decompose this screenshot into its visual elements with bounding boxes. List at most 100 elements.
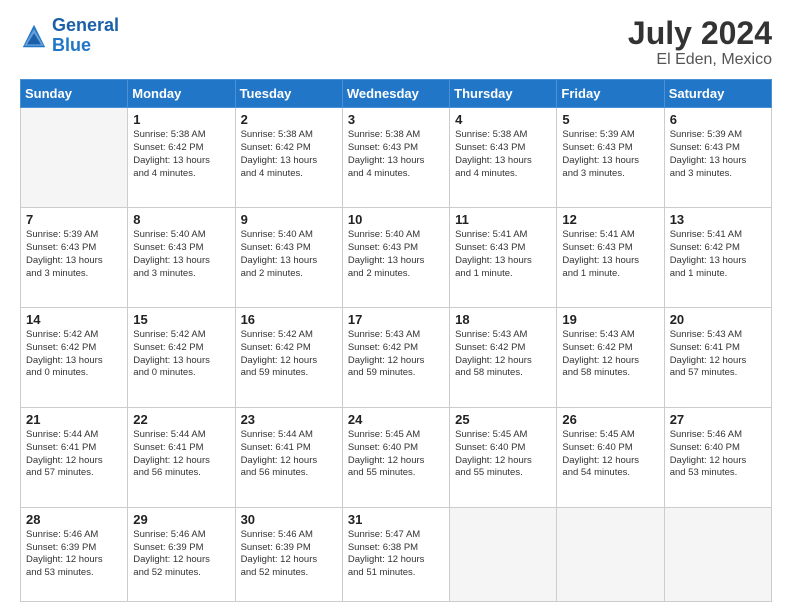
day-number: 2 (241, 112, 337, 127)
cell-content: Sunrise: 5:40 AMSunset: 6:43 PMDaylight:… (133, 229, 229, 280)
cell-content: Sunrise: 5:38 AMSunset: 6:42 PMDaylight:… (133, 129, 229, 180)
calendar-week-row: 14 Sunrise: 5:42 AMSunset: 6:42 PMDayligh… (21, 308, 772, 408)
day-number: 11 (455, 212, 551, 227)
cell-content: Sunrise: 5:44 AMSunset: 6:41 PMDaylight:… (26, 429, 122, 480)
calendar-cell (557, 507, 664, 601)
day-number: 26 (562, 412, 658, 427)
cell-content: Sunrise: 5:42 AMSunset: 6:42 PMDaylight:… (26, 329, 122, 380)
logo-line2: Blue (52, 35, 91, 55)
day-number: 22 (133, 412, 229, 427)
calendar-cell: 14 Sunrise: 5:42 AMSunset: 6:42 PMDayligh… (21, 308, 128, 408)
cell-content: Sunrise: 5:38 AMSunset: 6:42 PMDaylight:… (241, 129, 337, 180)
cell-content: Sunrise: 5:41 AMSunset: 6:42 PMDaylight:… (670, 229, 766, 280)
day-number: 23 (241, 412, 337, 427)
calendar-cell: 16 Sunrise: 5:42 AMSunset: 6:42 PMDayligh… (235, 308, 342, 408)
calendar-cell: 20Sunrise: 5:43 AMSunset: 6:41 PMDayligh… (664, 308, 771, 408)
calendar-cell: 13 Sunrise: 5:41 AMSunset: 6:42 PMDayligh… (664, 208, 771, 308)
day-number: 31 (348, 512, 444, 527)
day-number: 17 (348, 312, 444, 327)
cell-content: Sunrise: 5:42 AMSunset: 6:42 PMDaylight:… (133, 329, 229, 380)
col-header-wednesday: Wednesday (342, 80, 449, 108)
cell-content: Sunrise: 5:46 AMSunset: 6:39 PMDaylight:… (241, 529, 337, 580)
cell-content: Sunrise: 5:43 AMSunset: 6:42 PMDaylight:… (455, 329, 551, 380)
col-header-thursday: Thursday (450, 80, 557, 108)
calendar-cell: 17Sunrise: 5:43 AMSunset: 6:42 PMDayligh… (342, 308, 449, 408)
calendar-cell: 5Sunrise: 5:39 AMSunset: 6:43 PMDaylight… (557, 108, 664, 208)
calendar-header-row: SundayMondayTuesdayWednesdayThursdayFrid… (21, 80, 772, 108)
calendar-cell: 4 Sunrise: 5:38 AMSunset: 6:43 PMDaylight… (450, 108, 557, 208)
calendar-week-row: 28Sunrise: 5:46 AMSunset: 6:39 PMDayligh… (21, 507, 772, 601)
col-header-tuesday: Tuesday (235, 80, 342, 108)
cell-content: Sunrise: 5:40 AMSunset: 6:43 PMDaylight:… (348, 229, 444, 280)
day-number: 24 (348, 412, 444, 427)
day-number: 13 (670, 212, 766, 227)
calendar-cell: 26 Sunrise: 5:45 AMSunset: 6:40 PMDayligh… (557, 407, 664, 507)
title-block: July 2024 El Eden, Mexico (628, 16, 772, 69)
cell-content: Sunrise: 5:40 AMSunset: 6:43 PMDaylight:… (241, 229, 337, 280)
calendar-cell: 12Sunrise: 5:41 AMSunset: 6:43 PMDayligh… (557, 208, 664, 308)
day-number: 4 (455, 112, 551, 127)
calendar-cell: 28Sunrise: 5:46 AMSunset: 6:39 PMDayligh… (21, 507, 128, 601)
cell-content: Sunrise: 5:46 AMSunset: 6:40 PMDaylight:… (670, 429, 766, 480)
day-number: 16 (241, 312, 337, 327)
cell-content: Sunrise: 5:46 AMSunset: 6:39 PMDaylight:… (26, 529, 122, 580)
calendar-cell: 19Sunrise: 5:43 AMSunset: 6:42 PMDayligh… (557, 308, 664, 408)
calendar-cell (21, 108, 128, 208)
calendar-cell: 25 Sunrise: 5:45 AMSunset: 6:40 PMDayligh… (450, 407, 557, 507)
cell-content: Sunrise: 5:41 AMSunset: 6:43 PMDaylight:… (455, 229, 551, 280)
day-number: 21 (26, 412, 122, 427)
day-number: 8 (133, 212, 229, 227)
day-number: 19 (562, 312, 658, 327)
cell-content: Sunrise: 5:43 AMSunset: 6:41 PMDaylight:… (670, 329, 766, 380)
col-header-sunday: Sunday (21, 80, 128, 108)
day-number: 29 (133, 512, 229, 527)
cell-content: Sunrise: 5:45 AMSunset: 6:40 PMDaylight:… (455, 429, 551, 480)
col-header-monday: Monday (128, 80, 235, 108)
day-number: 15 (133, 312, 229, 327)
calendar-cell (664, 507, 771, 601)
cell-content: Sunrise: 5:44 AMSunset: 6:41 PMDaylight:… (241, 429, 337, 480)
day-number: 18 (455, 312, 551, 327)
calendar-cell: 2 Sunrise: 5:38 AMSunset: 6:42 PMDaylight… (235, 108, 342, 208)
day-number: 14 (26, 312, 122, 327)
day-number: 30 (241, 512, 337, 527)
calendar-cell: 10 Sunrise: 5:40 AMSunset: 6:43 PMDayligh… (342, 208, 449, 308)
cell-content: Sunrise: 5:46 AMSunset: 6:39 PMDaylight:… (133, 529, 229, 580)
day-number: 9 (241, 212, 337, 227)
cell-content: Sunrise: 5:44 AMSunset: 6:41 PMDaylight:… (133, 429, 229, 480)
calendar-cell: 6 Sunrise: 5:39 AMSunset: 6:43 PMDaylight… (664, 108, 771, 208)
day-number: 6 (670, 112, 766, 127)
cell-content: Sunrise: 5:39 AMSunset: 6:43 PMDaylight:… (26, 229, 122, 280)
calendar-cell: 15 Sunrise: 5:42 AMSunset: 6:42 PMDayligh… (128, 308, 235, 408)
day-number: 1 (133, 112, 229, 127)
cell-content: Sunrise: 5:39 AMSunset: 6:43 PMDaylight:… (562, 129, 658, 180)
cell-content: Sunrise: 5:38 AMSunset: 6:43 PMDaylight:… (455, 129, 551, 180)
calendar-cell: 23 Sunrise: 5:44 AMSunset: 6:41 PMDayligh… (235, 407, 342, 507)
cell-content: Sunrise: 5:47 AMSunset: 6:38 PMDaylight:… (348, 529, 444, 580)
cell-content: Sunrise: 5:45 AMSunset: 6:40 PMDaylight:… (562, 429, 658, 480)
calendar-cell: 3 Sunrise: 5:38 AMSunset: 6:43 PMDaylight… (342, 108, 449, 208)
cell-content: Sunrise: 5:41 AMSunset: 6:43 PMDaylight:… (562, 229, 658, 280)
col-header-friday: Friday (557, 80, 664, 108)
cell-content: Sunrise: 5:38 AMSunset: 6:43 PMDaylight:… (348, 129, 444, 180)
calendar-cell: 31 Sunrise: 5:47 AMSunset: 6:38 PMDayligh… (342, 507, 449, 601)
day-number: 25 (455, 412, 551, 427)
header: General Blue July 2024 El Eden, Mexico (20, 16, 772, 69)
calendar-cell: 11 Sunrise: 5:41 AMSunset: 6:43 PMDayligh… (450, 208, 557, 308)
day-number: 3 (348, 112, 444, 127)
cell-content: Sunrise: 5:42 AMSunset: 6:42 PMDaylight:… (241, 329, 337, 380)
logo: General Blue (20, 16, 119, 56)
cell-content: Sunrise: 5:45 AMSunset: 6:40 PMDaylight:… (348, 429, 444, 480)
cell-content: Sunrise: 5:39 AMSunset: 6:43 PMDaylight:… (670, 129, 766, 180)
col-header-saturday: Saturday (664, 80, 771, 108)
calendar-table: SundayMondayTuesdayWednesdayThursdayFrid… (20, 79, 772, 602)
calendar-cell: 22 Sunrise: 5:44 AMSunset: 6:41 PMDayligh… (128, 407, 235, 507)
calendar-cell: 24 Sunrise: 5:45 AMSunset: 6:40 PMDayligh… (342, 407, 449, 507)
calendar-cell (450, 507, 557, 601)
calendar-week-row: 1 Sunrise: 5:38 AMSunset: 6:42 PMDaylight… (21, 108, 772, 208)
calendar-cell: 29 Sunrise: 5:46 AMSunset: 6:39 PMDayligh… (128, 507, 235, 601)
month-year: July 2024 (628, 16, 772, 51)
day-number: 10 (348, 212, 444, 227)
location: El Eden, Mexico (628, 51, 772, 69)
calendar-week-row: 21 Sunrise: 5:44 AMSunset: 6:41 PMDayligh… (21, 407, 772, 507)
